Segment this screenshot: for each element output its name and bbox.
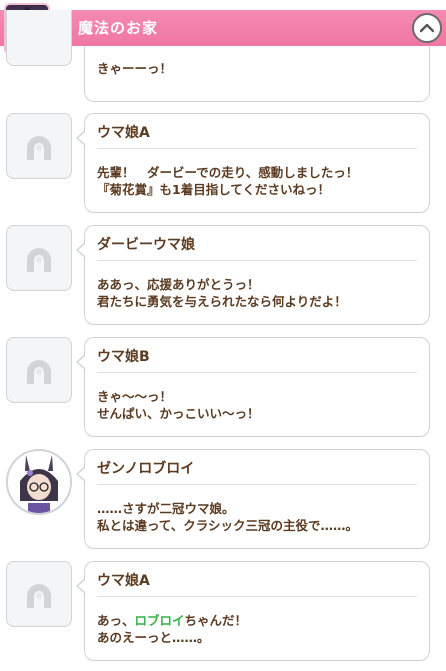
horseshoe-icon: [27, 584, 51, 608]
character-avatar: [6, 449, 72, 515]
chat-title: 魔法のお家: [78, 19, 159, 37]
speaker-name: ウマ娘A: [97, 573, 150, 589]
collapse-button[interactable]: [412, 13, 442, 43]
chevron-up-icon: [420, 23, 434, 33]
anonymous-avatar: [6, 113, 72, 179]
anonymous-avatar: [6, 561, 72, 627]
message-text: きゃ～～っ！ せんぱい、かっこいい～っ！: [97, 389, 260, 421]
message-bubble: ウマ娘B きゃ～～っ！ せんぱい、かっこいい～っ！: [76, 337, 430, 437]
horseshoe-icon: [27, 248, 51, 272]
message-text: あっ、ロブロイちゃんだ！ あのえーっと……。: [97, 613, 248, 645]
horseshoe-icon: [27, 136, 51, 160]
message-text: 先輩！ ダービーでの走り、感動しましたっ！ 『菊花賞』も1着目指してくださいねっ…: [97, 165, 359, 197]
divider: [97, 148, 417, 149]
message-bubble: ゼンノロブロイ ……さすが二冠ウマ娘。 私とは違って、クラシック三冠の主役で………: [76, 449, 430, 549]
speaker-name: ウマ娘A: [97, 125, 150, 141]
message-text: ああっ、応援ありがとうっ！ 君たちに勇気を与えられたなら何よりだよ！: [97, 277, 347, 309]
divider: [97, 596, 417, 597]
divider: [97, 260, 417, 261]
highlighted-name: ロブロイ: [134, 613, 185, 628]
message-text: ……さすが二冠ウマ娘。 私とは違って、クラシック三冠の主役で……。: [97, 501, 359, 533]
speaker-name: ダービーウマ娘: [97, 237, 195, 253]
message-bubble: ダービーウマ娘 ああっ、応援ありがとうっ！ 君たちに勇気を与えられたなら何よりだ…: [76, 225, 430, 325]
message-bubble: ウマ娘A あっ、ロブロイちゃんだ！ あのえーっと……。: [76, 561, 430, 661]
speaker-name: ゼンノロブロイ: [97, 461, 195, 477]
divider: [97, 484, 417, 485]
speaker-name: ウマ娘B: [97, 349, 150, 365]
horseshoe-icon: [27, 360, 51, 384]
message-bubble: きゃーーっ！: [84, 46, 430, 102]
anonymous-avatar: [6, 337, 72, 403]
message-bubble: ウマ娘A 先輩！ ダービーでの走り、感動しましたっ！ 『菊花賞』も1着目指してく…: [76, 113, 430, 213]
character-face-icon: [8, 451, 70, 513]
message-text: きゃーーっ！: [97, 61, 173, 76]
divider: [97, 372, 417, 373]
anonymous-avatar: [6, 225, 72, 291]
anonymous-avatar: [6, 10, 72, 66]
